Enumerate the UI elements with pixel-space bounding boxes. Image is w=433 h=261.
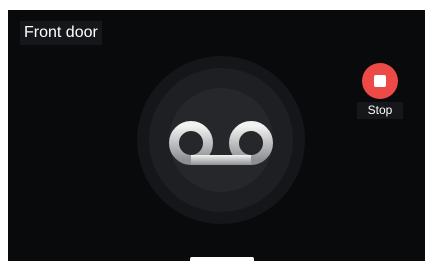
stop-button[interactable]: Stop bbox=[357, 63, 403, 121]
stop-circle[interactable] bbox=[362, 63, 398, 99]
page-title: Front door bbox=[20, 21, 102, 45]
voicemail-icon bbox=[169, 121, 273, 165]
camera-view: Front door Stop bbox=[8, 10, 425, 261]
stop-label: Stop bbox=[357, 102, 403, 119]
stop-icon bbox=[374, 75, 386, 87]
bottom-sheet-handle[interactable] bbox=[190, 257, 254, 261]
